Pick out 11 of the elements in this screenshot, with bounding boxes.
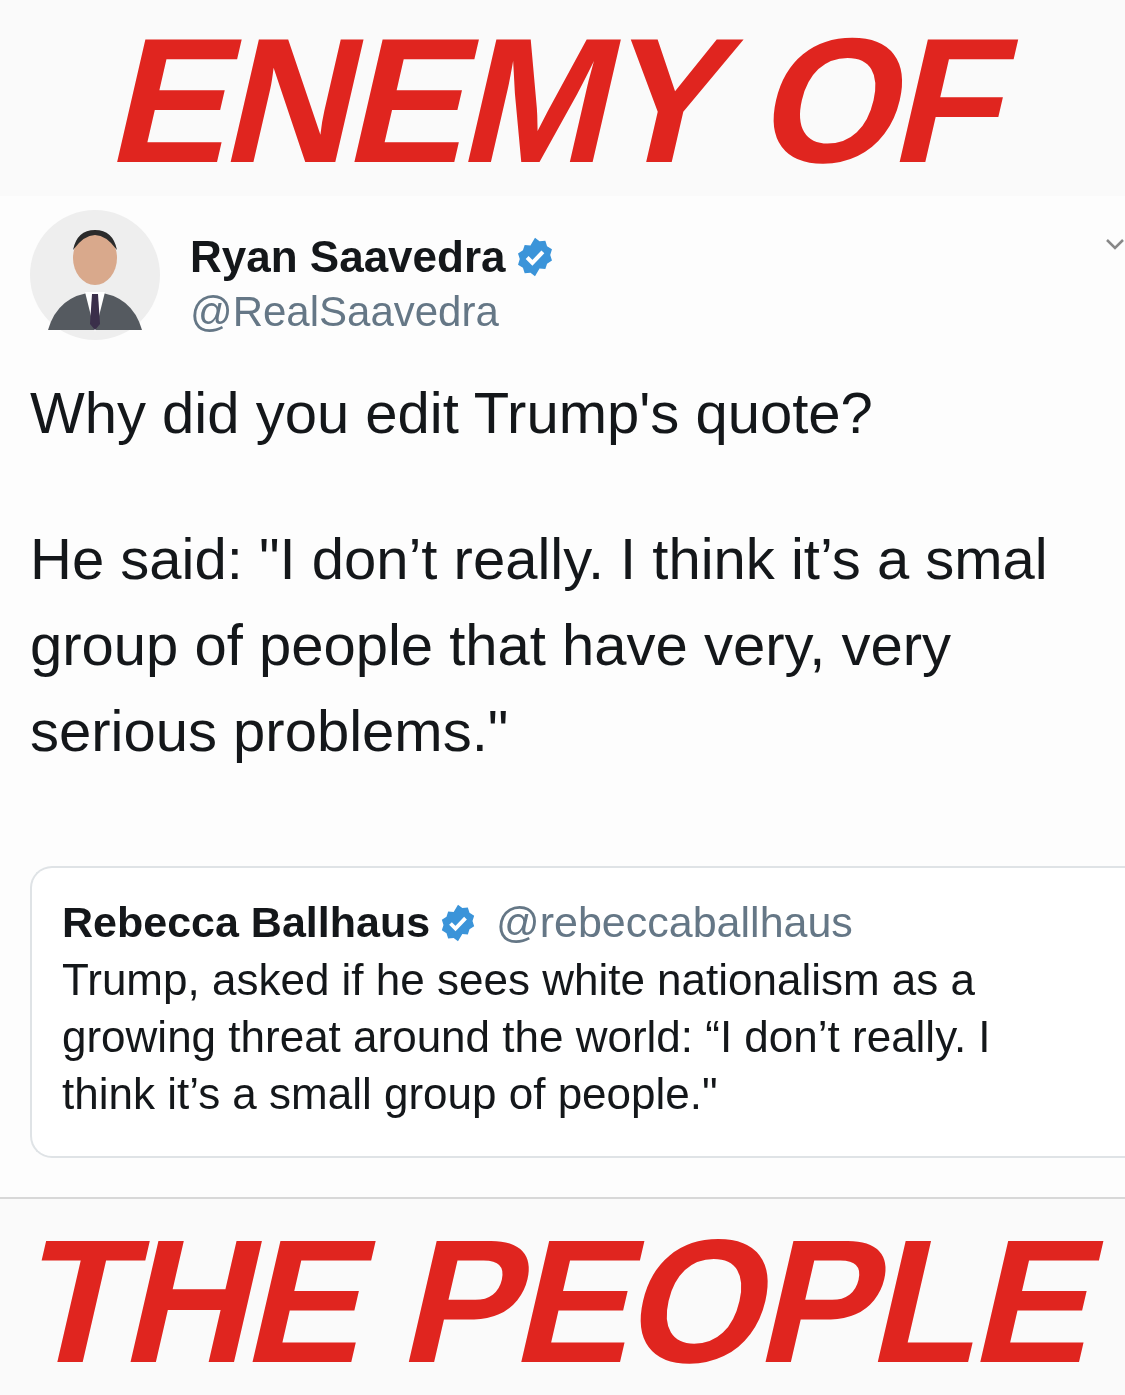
author-handle[interactable]: @RealSaavedra [190, 288, 556, 336]
chevron-down-icon[interactable] [1105, 238, 1125, 252]
caption-title: ENEMY OF [95, 8, 1030, 196]
tweet-text: He said: "I don’t really. I think it’s a smal group of people that have very, very serious problems." [30, 525, 1049, 765]
caption-title: THE PEOPLE [6, 1209, 1119, 1395]
tweet-text: Why did you edit Trump's quote? [30, 379, 874, 447]
quoted-tweet-text: Trump, asked if he sees white nationalism as a growing threat around the world: “I don’t really. I think it’s a small group of people." [62, 954, 992, 1120]
quoted-author-name[interactable]: Rebecca Ballhaus [62, 898, 431, 947]
author-name[interactable]: Ryan Saavedra [190, 232, 506, 282]
quoted-tweet-card[interactable]: Rebecca Ballhaus @rebeccaballhaus Trump, asked if he sees white nationalism as a growing threat around the world: “I don’t really. I think it’s a small group of people." [30, 866, 1125, 1158]
quoted-author-handle[interactable]: @rebeccaballhaus [496, 898, 853, 947]
